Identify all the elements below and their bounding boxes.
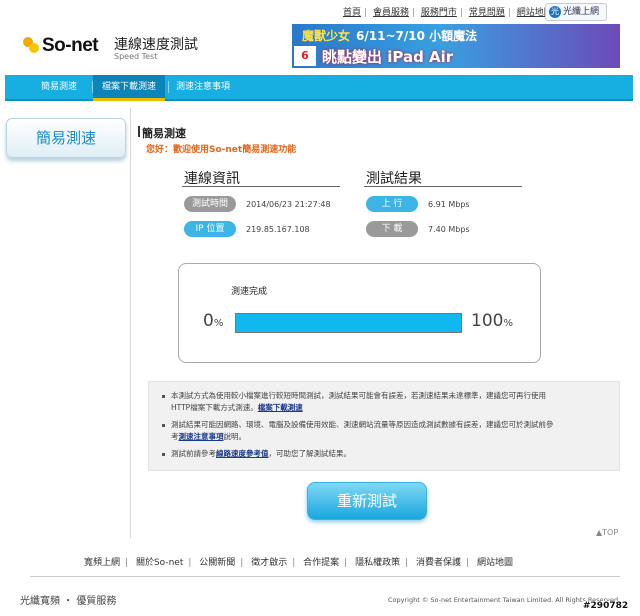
upload-label: 上 行 [366, 196, 418, 212]
page-title: 連線速度測試 [114, 37, 198, 53]
footer-slogan: 光纖寬頻 ・ 優質服務 [20, 596, 117, 607]
notes-panel: 本測試方式為使用較小檔案進行較短時間測試，測試結果可能會有誤差，若測速結果未達標… [148, 381, 620, 471]
test-time-value: 2014/06/23 21:27:48 [246, 200, 331, 209]
fiber-badge-icon: 光 [549, 5, 561, 18]
note-item-2: 測試結果可能因網路、環境、電腦及設備使用效能、測速網站流量等原因造成測試數據有誤… [162, 419, 611, 443]
download-value: 7.40 Mbps [428, 225, 470, 234]
test-notes-link[interactable]: 測速注意事項 [179, 432, 224, 441]
nav-tab-test-notes[interactable]: 測速注意事項 [169, 75, 237, 99]
page-subtitle: Speed Test [114, 52, 158, 61]
connection-info-heading: 連線資訊 [184, 171, 240, 187]
ip-address-value: 219.85.167.108 [246, 225, 310, 234]
note-item-3: 測試前請參考線路速度參考值，可助您了解測試結果。 [162, 448, 611, 460]
banner-headline: 魔獸少女 6/11~7/10 小額魔法 [302, 29, 478, 43]
sonet-logo-icon [23, 37, 39, 53]
footer-link-partnership[interactable]: 合作提案 [303, 558, 339, 568]
result-heading-divider [364, 186, 522, 187]
banner-badge: 6 [294, 46, 316, 66]
test-time-label: 測試時間 [184, 196, 236, 212]
progress-start-label: 0% [203, 311, 224, 331]
footer-links: 寬頻上網 | 關於So-net | 公關新聞 | 徵才啟示 | 合作提案 | 隱私權政策 |… [84, 558, 513, 568]
nav-tab-simple-test[interactable]: 簡易測速 [29, 75, 89, 99]
footer-link-careers[interactable]: 徵才啟示 [251, 558, 287, 568]
main-nav: 簡易測速 檔案下載測速 測速注意事項 [5, 75, 633, 101]
line-speed-reference-link[interactable]: 線路速度參考值 [216, 449, 269, 458]
welcome-message: 您好：歡迎使用So-net簡易測速功能 [146, 145, 297, 155]
sonet-logo[interactable]: So-net [22, 32, 104, 60]
top-link-faq[interactable]: 常見問題 [469, 8, 505, 18]
footer-link-sitemap[interactable]: 網站地圖 [477, 558, 513, 568]
section-title: 簡易測速 [138, 126, 186, 140]
download-label: 下 載 [366, 221, 418, 237]
image-id-stamp: #290782 [583, 601, 629, 611]
back-to-top-link[interactable]: ▲TOP [596, 528, 618, 537]
sidebar-item-label: 簡易測速 [35, 129, 96, 147]
test-result-heading: 測試結果 [366, 171, 422, 187]
top-link-home[interactable]: 首頁 [343, 8, 361, 18]
progress-bar-fill [236, 314, 461, 332]
top-links: 首頁 | 會員服務 | 服務門市 | 常見問題 | 網站地圖 [343, 8, 553, 18]
note-item-1: 本測試方式為使用較小檔案進行較短時間測試，測試結果可能會有誤差，若測速結果未達標… [162, 390, 611, 414]
ip-address-label: IP 位置 [184, 221, 236, 237]
file-download-test-link[interactable]: 檔案下載測速 [258, 403, 303, 412]
footer-link-news[interactable]: 公關新聞 [199, 558, 235, 568]
footer-link-privacy[interactable]: 隱私權政策 [355, 558, 400, 568]
fiber-internet-button[interactable]: 光光纖上網 [545, 3, 607, 21]
sidebar-divider [130, 108, 131, 538]
nav-tab-file-download-test[interactable]: 檔案下載測速 [93, 75, 165, 101]
retest-button[interactable]: 重新測試 [307, 482, 427, 520]
progress-status: 測速完成 [231, 287, 268, 297]
progress-bar [235, 313, 462, 333]
footer-divider [30, 576, 620, 577]
banner-tagline: 眺點變出 iPad Air [322, 48, 454, 66]
upload-value: 6.91 Mbps [428, 200, 470, 209]
top-link-member[interactable]: 會員服務 [373, 8, 409, 18]
footer-link-about[interactable]: 關於So-net [136, 558, 183, 568]
promo-banner[interactable]: 魔獸少女 6/11~7/10 小額魔法 6 眺點變出 iPad Air [292, 24, 620, 68]
footer-link-broadband[interactable]: 寬頻上網 [84, 558, 120, 568]
progress-end-label: 100% [471, 311, 513, 331]
sidebar-item-simple-test[interactable]: 簡易測速 [6, 118, 126, 158]
connection-heading-divider [182, 186, 340, 187]
logo-text: So-net [42, 35, 99, 56]
fiber-label: 光纖上網 [563, 7, 600, 17]
top-link-stores[interactable]: 服務門市 [421, 8, 457, 18]
footer-link-consumer[interactable]: 消費者保護 [416, 558, 461, 568]
